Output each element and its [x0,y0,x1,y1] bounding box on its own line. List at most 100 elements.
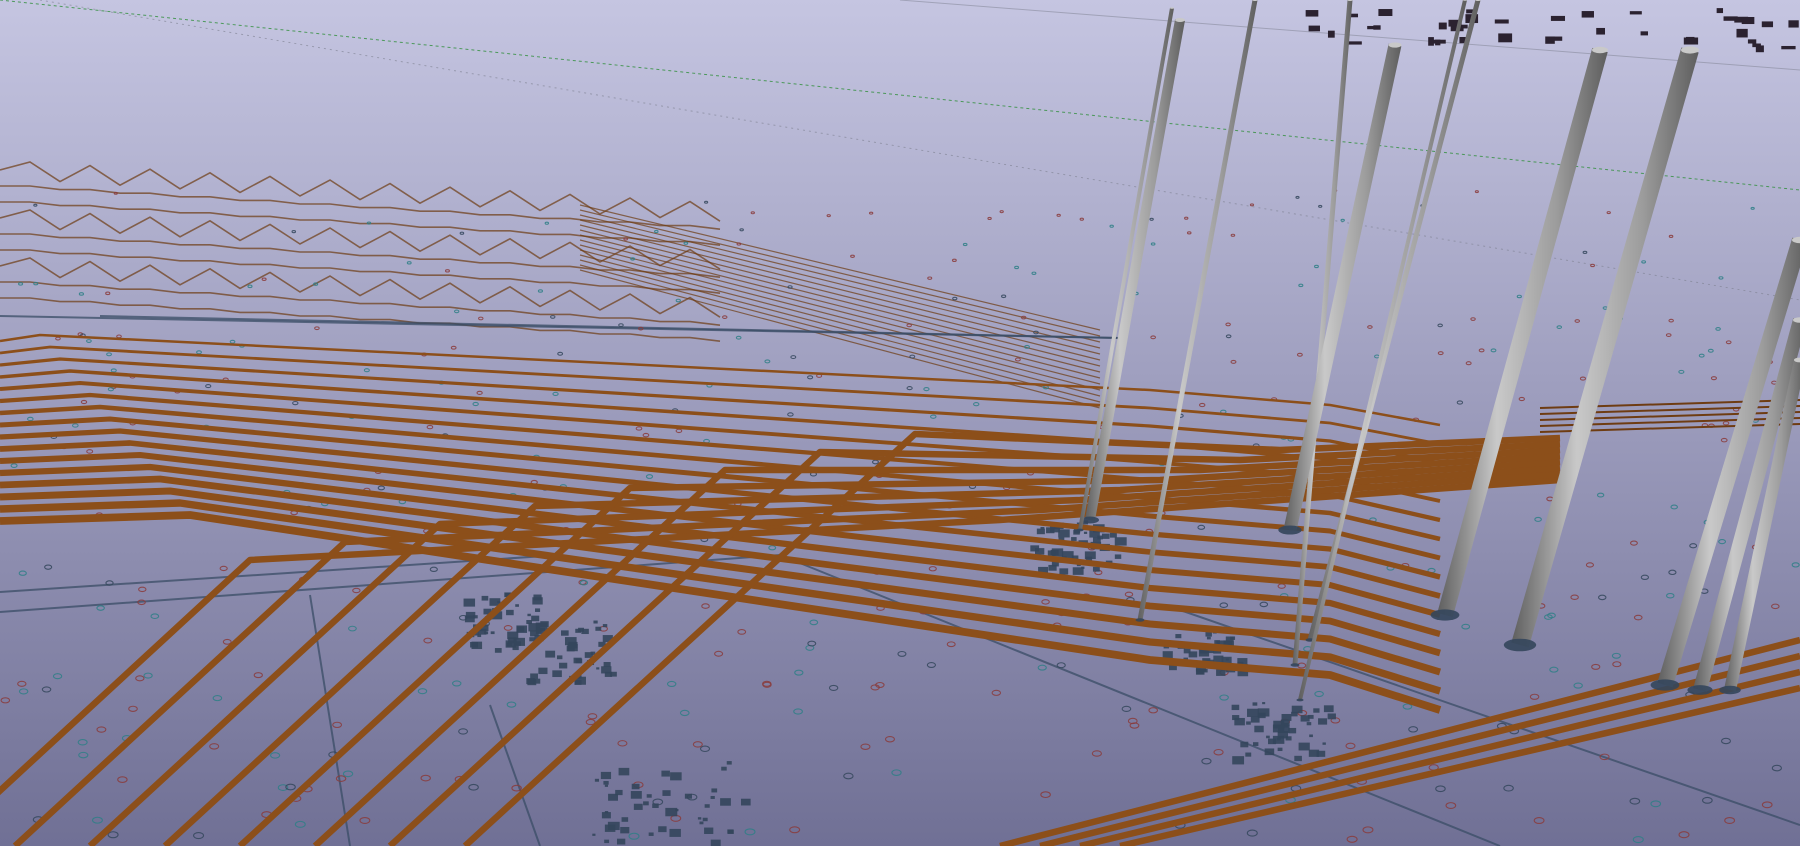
smd-pad [1322,742,1326,745]
pin-pad [1687,685,1713,695]
smd-pad [684,793,692,799]
smd-pad [532,597,543,605]
pcb-3d-viewport[interactable] [0,0,1800,846]
far-component [1736,28,1748,38]
smd-pad [618,767,630,776]
smd-pad [556,655,563,660]
smd-pad [1306,722,1312,726]
pcb-3d-scene[interactable] [0,0,1800,846]
smd-pad [604,839,610,844]
smd-pad [710,795,715,799]
smd-pad [675,809,679,812]
smd-pad [621,817,629,822]
pin-pad [1278,525,1302,535]
smd-pad [494,648,502,653]
smd-pad [594,778,600,782]
smd-pad [661,770,670,777]
smd-pad [1092,537,1101,543]
smd-pad [720,798,731,806]
smd-pad [600,771,612,780]
smd-pad [727,829,734,834]
smd-pad [1313,708,1320,713]
smd-pad [1257,708,1270,717]
smd-pad [533,678,541,684]
smd-pad [1252,742,1259,746]
smd-pad [1327,713,1336,720]
smd-pad [1232,715,1240,721]
smd-pad [602,624,608,628]
far-component [1629,11,1642,15]
smd-pad [1205,632,1212,637]
pin-top [1592,46,1608,54]
smd-pad [620,826,630,834]
smd-pad [1252,702,1258,706]
smd-pad [515,604,519,607]
smd-pad [603,662,611,667]
smd-pad [704,827,714,834]
smd-pad [497,600,501,604]
smd-pad [1188,651,1198,658]
smd-pad [566,645,575,652]
smd-pad [1240,741,1249,748]
smd-pad [670,772,682,781]
far-component [1788,20,1799,28]
pin-pad [1135,618,1145,622]
pin-pad [1290,663,1300,667]
far-component [1347,41,1362,45]
smd-pad [1250,716,1260,723]
far-component [1435,39,1441,46]
smd-pad [1216,669,1226,676]
pin-pad [1296,698,1304,702]
smd-pad [1308,714,1314,719]
smd-pad [1231,704,1240,711]
smd-pad [1264,748,1275,756]
smd-pad [669,828,681,837]
pin-pad [1650,679,1680,691]
pin-pad [1430,609,1460,621]
smd-pad [615,789,623,796]
smd-pad [530,673,538,679]
smd-pad [1318,718,1328,725]
smd-pad [1285,736,1292,741]
smd-pad [1114,537,1127,546]
smd-pad [593,620,598,624]
smd-pad [604,784,609,787]
smd-pad [1175,634,1182,639]
smd-pad [575,658,583,664]
smd-pad [1035,548,1045,555]
smd-pad [662,790,671,796]
smd-pad [531,615,540,622]
smd-pad [463,598,476,607]
smd-pad [646,794,652,798]
far-component [1716,8,1724,14]
smd-pad [540,621,549,628]
smd-pad [477,634,482,638]
smd-pad [1294,755,1302,762]
far-component [1686,36,1695,45]
smd-pad [648,832,654,836]
far-component [1308,25,1320,32]
smd-pad [1247,708,1259,717]
far-component [1428,37,1434,46]
pin-pad [1076,528,1084,532]
pin-pad [1719,685,1741,695]
smd-pad [1266,735,1270,739]
smd-pad [1288,727,1297,734]
smd-pad [1092,566,1100,572]
smd-pad [1048,564,1057,571]
smd-pad [697,817,702,820]
smd-pad [1309,734,1313,738]
smd-pad [1206,636,1211,640]
smd-pad [1162,651,1173,659]
far-component [1494,19,1509,24]
smd-pad [1254,725,1264,733]
smd-pad [1232,756,1245,765]
smd-pad [1083,531,1088,534]
far-component [1498,33,1513,43]
smd-pad [704,804,710,808]
smd-pad [652,803,659,808]
smd-pad [1280,719,1290,726]
smd-pad [470,641,478,648]
smd-pad [702,817,708,822]
smd-pad [527,613,531,617]
